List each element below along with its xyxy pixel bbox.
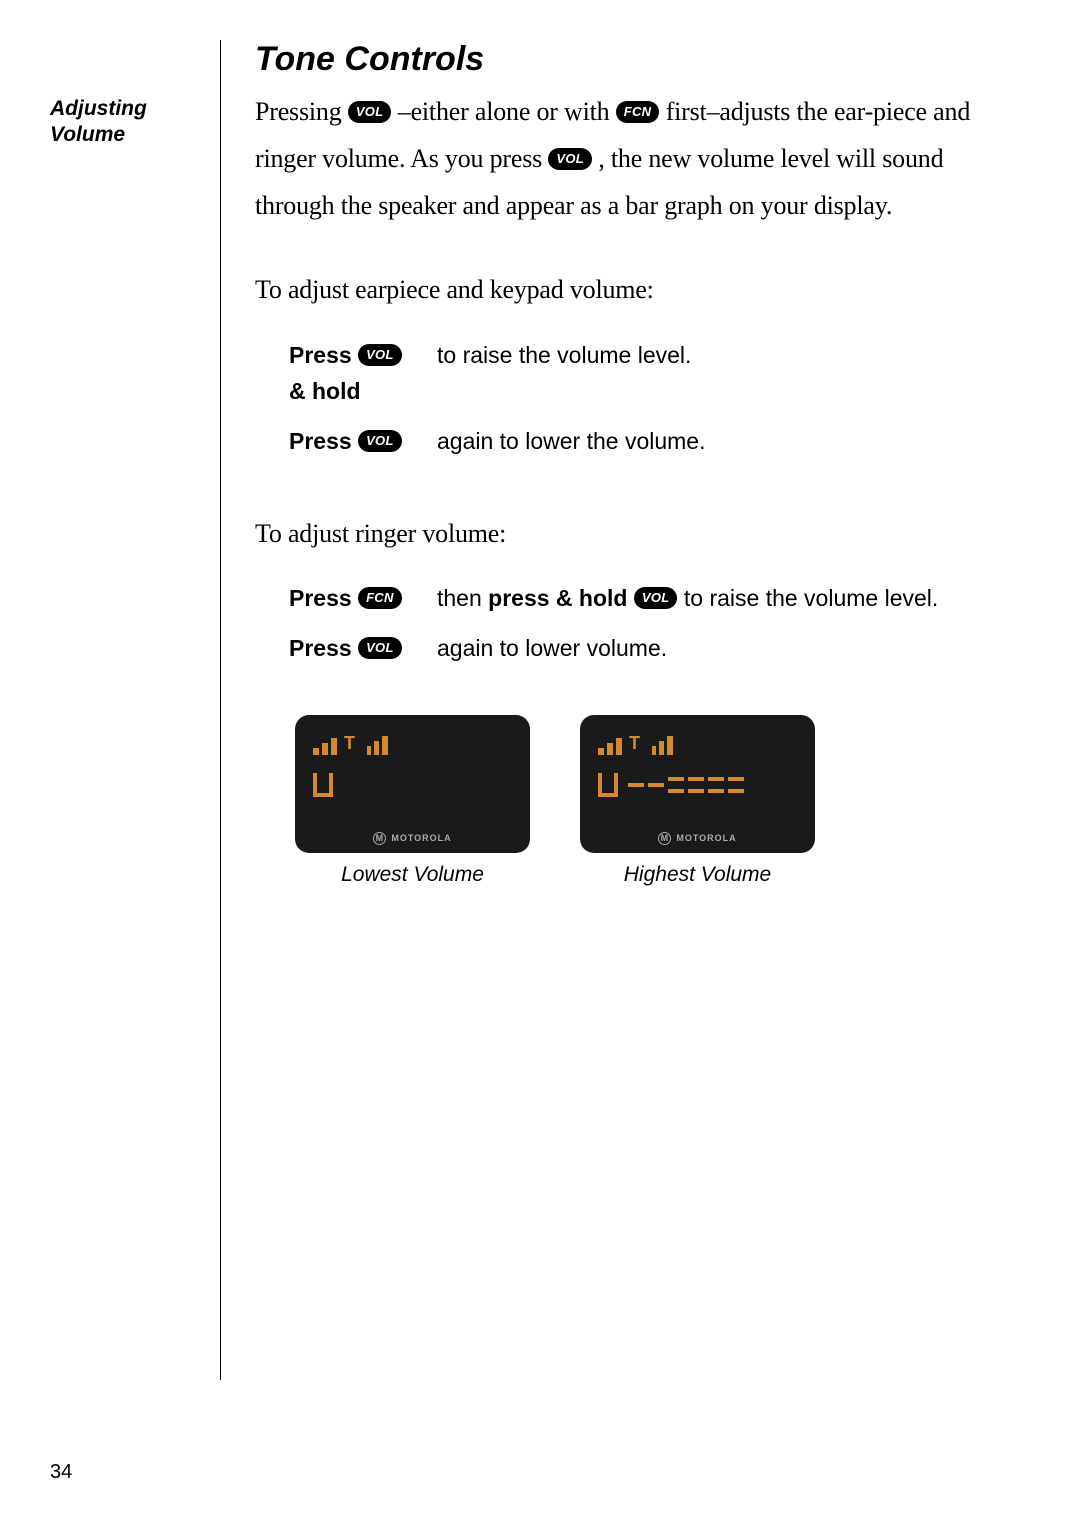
intro-text: Pressing: [255, 97, 348, 126]
display-examples: M MOTOROLA Lowest Volume: [255, 715, 1000, 887]
lcd-volume-low: [313, 767, 512, 803]
sidebar: Adjusting Volume: [50, 40, 200, 149]
instruction-row: Press FCN then press & hold VOL to raise…: [289, 582, 1000, 614]
phone-screen: M MOTOROLA: [580, 715, 815, 853]
intro-paragraph: Pressing VOL –either alone or with FCN f…: [255, 89, 1000, 229]
phone-screen: M MOTOROLA: [295, 715, 530, 853]
earpiece-lead: To adjust earpiece and keypad volume:: [255, 269, 1000, 311]
sidebar-heading: Adjusting Volume: [50, 96, 200, 149]
vol-button-icon: VOL: [348, 101, 392, 123]
highest-volume-display: M MOTOROLA Highest Volume: [580, 715, 815, 887]
signal-bars-icon: [598, 729, 797, 755]
high-volume-caption: Highest Volume: [624, 863, 771, 887]
instruction-text: again to lower volume.: [437, 632, 1000, 664]
ringer-lead: To adjust ringer volume:: [255, 513, 1000, 555]
antenna-icon: [627, 733, 647, 755]
instruction-row: Press VOL again to lower the volume.: [289, 425, 1000, 457]
intro-text: –either alone or with: [398, 97, 616, 126]
motorola-m-icon: M: [658, 832, 671, 845]
main-content: Tone Controls Pressing VOL –either alone…: [220, 40, 1000, 1380]
vol-button-icon: VOL: [548, 148, 592, 170]
press-hold-label: press & hold: [488, 585, 634, 611]
vol-button-icon: VOL: [634, 587, 678, 609]
press-label: Press: [289, 342, 352, 368]
ringer-instructions: Press FCN then press & hold VOL to raise…: [255, 582, 1000, 664]
hold-label: & hold: [289, 375, 419, 407]
motorola-m-icon: M: [373, 832, 386, 845]
page-number: 34: [50, 1461, 72, 1484]
vol-button-icon: VOL: [358, 637, 402, 659]
fcn-button-icon: FCN: [616, 101, 660, 123]
earpiece-instructions: Press VOL & hold to raise the volume lev…: [255, 339, 1000, 458]
signal-bars-icon: [313, 729, 512, 755]
motorola-logo: M MOTOROLA: [313, 832, 512, 845]
instruction-text: again to lower the volume.: [437, 425, 1000, 457]
text: then: [437, 585, 488, 611]
vol-button-icon: VOL: [358, 430, 402, 452]
low-volume-caption: Lowest Volume: [341, 863, 484, 887]
lcd-volume-high: [598, 767, 797, 803]
instruction-text: to raise the volume level.: [437, 339, 1000, 371]
section-title: Tone Controls: [255, 40, 1000, 79]
press-label: Press: [289, 635, 352, 661]
press-label: Press: [289, 428, 352, 454]
antenna-icon: [342, 733, 362, 755]
vol-button-icon: VOL: [358, 344, 402, 366]
lowest-volume-display: M MOTOROLA Lowest Volume: [295, 715, 530, 887]
instruction-row: Press VOL & hold to raise the volume lev…: [289, 339, 1000, 407]
instruction-text: then press & hold VOL to raise the volum…: [437, 582, 1000, 614]
fcn-button-icon: FCN: [358, 587, 402, 609]
instruction-row: Press VOL again to lower volume.: [289, 632, 1000, 664]
motorola-text: MOTOROLA: [391, 833, 451, 843]
text: to raise the volume level.: [684, 585, 938, 611]
motorola-text: MOTOROLA: [676, 833, 736, 843]
press-label: Press: [289, 585, 352, 611]
motorola-logo: M MOTOROLA: [598, 832, 797, 845]
